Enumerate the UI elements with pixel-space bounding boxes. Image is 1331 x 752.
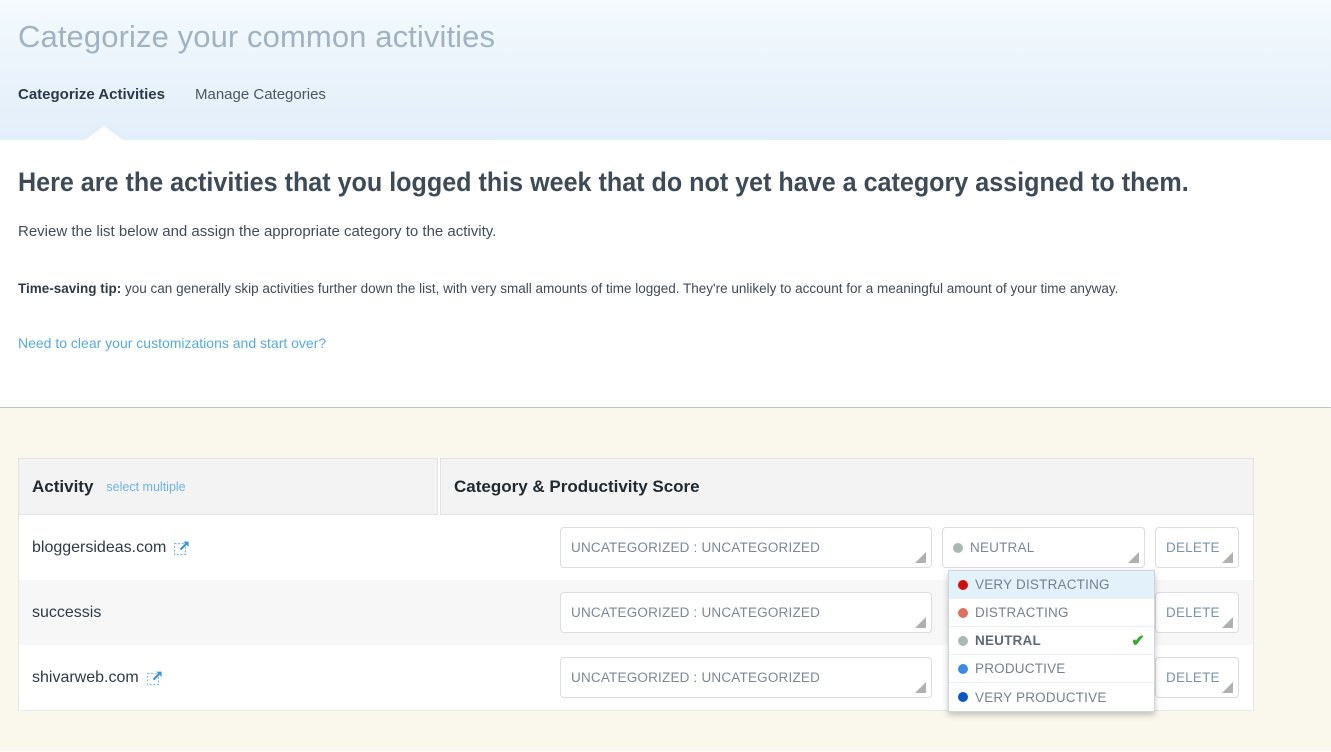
delete-button-label: DELETE xyxy=(1166,540,1220,555)
delete-button-label: DELETE xyxy=(1166,605,1220,620)
option-label: VERY DISTRACTING xyxy=(975,577,1110,592)
delete-button[interactable]: DELETE xyxy=(1155,527,1239,568)
activity-name: bloggersideas.com xyxy=(32,538,167,556)
tip-label: Time-saving tip: xyxy=(18,281,122,296)
productivity-score-value: NEUTRAL xyxy=(970,540,1035,555)
table-header-row: Activity select multiple Category & Prod… xyxy=(18,458,1254,515)
column-header-category-label: Category & Productivity Score xyxy=(454,476,700,496)
category-select[interactable]: UNCATEGORIZED : UNCATEGORIZED xyxy=(560,657,932,698)
tab-bar: Categorize Activities Manage Categories xyxy=(18,86,326,103)
active-tab-pointer-icon xyxy=(85,126,123,140)
category-select[interactable]: UNCATEGORIZED : UNCATEGORIZED xyxy=(560,527,932,568)
option-color-dot xyxy=(958,579,968,590)
activity-name: successis xyxy=(32,603,102,621)
option-color-dot xyxy=(958,692,968,702)
page-title: Categorize your common activities xyxy=(18,19,496,54)
activity-cell: successis xyxy=(19,604,439,622)
dropdown-option-distracting[interactable]: DISTRACTING xyxy=(949,599,1154,627)
option-color-dot xyxy=(958,635,968,646)
option-color-dot xyxy=(958,663,968,674)
tab-manage-categories[interactable]: Manage Categories xyxy=(195,86,326,103)
column-header-activity-label: Activity xyxy=(32,476,94,496)
productivity-score-dropdown[interactable]: VERY DISTRACTING DISTRACTING NEUTRAL ✔ P… xyxy=(948,570,1155,712)
dropdown-option-very-distracting[interactable]: VERY DISTRACTING xyxy=(949,571,1154,599)
resize-corner-icon xyxy=(915,617,926,628)
option-label: DISTRACTING xyxy=(975,605,1069,620)
intro-section: Here are the activities that you logged … xyxy=(0,140,1331,408)
resize-corner-icon xyxy=(915,552,926,563)
score-color-dot xyxy=(953,542,963,553)
dropdown-option-neutral[interactable]: NEUTRAL ✔ xyxy=(949,627,1154,655)
category-select[interactable]: UNCATEGORIZED : UNCATEGORIZED xyxy=(560,592,932,633)
option-label: VERY PRODUCTIVE xyxy=(975,689,1107,705)
option-label: NEUTRAL xyxy=(975,633,1041,648)
tab-categorize-activities[interactable]: Categorize Activities xyxy=(18,86,165,103)
delete-button-label: DELETE xyxy=(1166,670,1220,685)
time-saving-tip: Time-saving tip: you can generally skip … xyxy=(18,281,1118,296)
activity-name: shivarweb.com xyxy=(32,668,139,686)
column-header-category: Category & Productivity Score xyxy=(440,458,1254,515)
intro-heading: Here are the activities that you logged … xyxy=(18,167,1189,197)
resize-corner-icon xyxy=(1222,682,1233,693)
category-select-value: UNCATEGORIZED : UNCATEGORIZED xyxy=(571,670,821,685)
page-header: Categorize your common activities Catego… xyxy=(0,0,1331,140)
resize-corner-icon xyxy=(1222,617,1233,628)
dropdown-option-very-productive[interactable]: VERY PRODUCTIVE xyxy=(949,683,1154,711)
delete-button[interactable]: DELETE xyxy=(1155,592,1239,633)
column-header-activity: Activity select multiple xyxy=(18,458,438,515)
category-select-value: UNCATEGORIZED : UNCATEGORIZED xyxy=(571,540,821,555)
reset-customizations-link[interactable]: Need to clear your customizations and st… xyxy=(18,335,326,351)
resize-corner-icon xyxy=(1128,552,1139,563)
intro-subtext: Review the list below and assign the app… xyxy=(18,223,497,240)
row-controls: UNCATEGORIZED : UNCATEGORIZED NEUTRAL DE… xyxy=(439,527,1253,568)
delete-button[interactable]: DELETE xyxy=(1155,657,1239,698)
activity-cell: shivarweb.com xyxy=(19,669,439,687)
option-color-dot xyxy=(958,607,968,618)
tip-text: you can generally skip activities furthe… xyxy=(121,281,1119,296)
option-label: PRODUCTIVE xyxy=(975,661,1066,676)
checkmark-icon: ✔ xyxy=(1131,632,1145,650)
dropdown-option-productive[interactable]: PRODUCTIVE xyxy=(949,655,1154,683)
productivity-score-select[interactable]: NEUTRAL xyxy=(942,527,1145,568)
activity-cell: bloggersideas.com xyxy=(19,539,439,557)
external-link-icon[interactable] xyxy=(174,540,190,556)
resize-corner-icon xyxy=(915,682,926,693)
external-link-icon[interactable] xyxy=(146,670,163,686)
select-multiple-link[interactable]: select multiple xyxy=(106,480,185,494)
category-select-value: UNCATEGORIZED : UNCATEGORIZED xyxy=(571,605,821,620)
resize-corner-icon xyxy=(1222,552,1233,563)
